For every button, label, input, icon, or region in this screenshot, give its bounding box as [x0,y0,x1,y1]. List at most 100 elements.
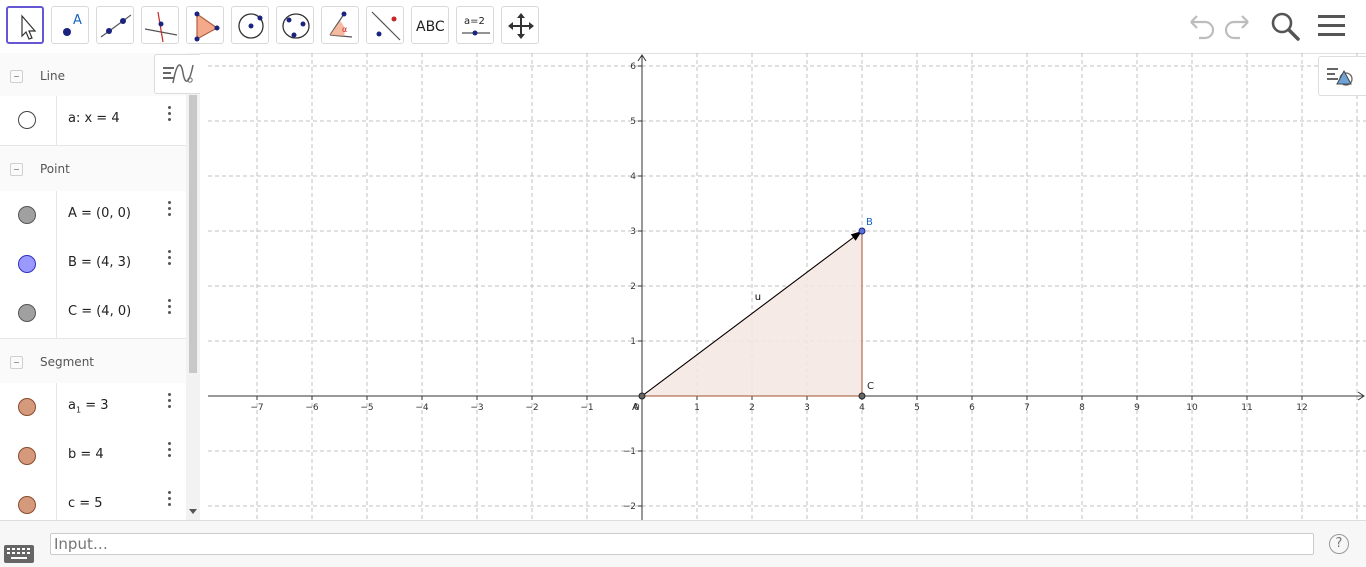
search-button[interactable] [1267,8,1303,44]
y-tick-label: 4 [630,172,636,182]
more-options-icon[interactable] [166,491,174,511]
point-label-b: B [866,217,873,228]
line-tool-button[interactable] [96,6,134,44]
scrollbar-thumb[interactable] [189,95,197,373]
visibility-toggle[interactable] [18,206,36,224]
algebra-item-text: c = 5 [68,496,103,511]
construction: u A B C [632,217,874,413]
angle-tool-button[interactable]: α [321,6,359,44]
y-tick-label: 5 [630,117,636,127]
algebra-item-text: b = 4 [68,447,104,462]
visibility-toggle[interactable] [18,398,36,416]
move-tool-button[interactable] [6,6,44,44]
move-arrows-icon [508,13,534,39]
graphics-view-style-toggle[interactable] [1318,56,1366,96]
perpendicular-line-tool-button[interactable] [141,6,179,44]
y-tick-label: −1 [623,447,636,457]
x-tick-label: 5 [914,403,920,413]
input-bar: ? [0,520,1366,567]
vector-u-label: u [755,292,761,303]
more-options-icon[interactable] [166,393,174,413]
algebra-item-segment-a1[interactable]: a1 = 3 [0,383,186,433]
algebra-style-icon [163,64,194,84]
visibility-toggle[interactable] [18,111,36,129]
visibility-toggle[interactable] [18,496,36,514]
algebra-input-field[interactable] [50,533,1314,555]
visibility-marble-cell [0,96,57,145]
x-tick-label: 4 [859,403,865,413]
algebra-item-segment-c[interactable]: c = 5 [0,481,186,520]
point-label-a: A [632,402,639,413]
x-tick-label: 1 [694,403,700,413]
visibility-marble-cell [0,383,57,432]
collapse-icon[interactable] [10,70,23,83]
group-header-segment[interactable]: Segment [0,339,186,385]
polygon-tool-button[interactable] [186,6,224,44]
visibility-toggle[interactable] [18,447,36,465]
more-options-icon[interactable] [166,201,174,221]
algebra-item-text: a: x = 4 [68,111,120,126]
line-icon [100,14,132,38]
collapse-icon[interactable] [10,356,23,369]
x-tick-label: −2 [525,403,538,413]
algebra-item-point-c[interactable]: C = (4, 0) [0,289,186,339]
y-tick-label: 3 [630,227,636,237]
x-tick-label: −7 [250,403,263,413]
circle-three-points-tool-button[interactable] [276,6,314,44]
main-menu-button[interactable] [1314,8,1350,44]
x-tick-label: −5 [360,403,373,413]
more-options-icon[interactable] [166,106,174,126]
graphics-view[interactable]: −7 −6 −5 −4 −3 −2 −1 1 2 3 4 5 6 7 8 9 10 11 12654321−1−20… [208,53,1366,520]
x-tick-label: −4 [415,403,429,413]
help-button[interactable]: ? [1329,534,1349,554]
visibility-marble-cell [0,289,57,338]
polygon-icon [194,11,220,42]
point-icon: A [63,13,82,36]
x-tick-label: −6 [305,403,319,413]
x-tick-label: 7 [1024,403,1030,413]
algebra-item-segment-b[interactable]: b = 4 [0,432,186,482]
reflect-tool-button[interactable] [366,6,404,44]
x-tick-label: 3 [804,403,810,413]
x-tick-label: 11 [1241,403,1252,413]
circle-three-points-icon [282,13,310,39]
keyboard-icon[interactable] [4,545,34,563]
redo-icon [1224,15,1249,40]
svg-text:α: α [342,25,347,34]
algebra-item-text: a1 = 3 [68,398,109,415]
circle-icon [238,13,264,39]
more-options-icon[interactable] [166,299,174,319]
more-options-icon[interactable] [166,250,174,270]
group-label: Segment [40,355,94,369]
perpendicular-line-icon [144,11,178,43]
x-tick-label: 10 [1186,403,1198,413]
keyboard-keys [7,548,30,559]
redo-button[interactable] [1220,8,1256,44]
y-tick-label: 6 [630,62,636,72]
point-tool-button[interactable]: A [51,6,89,44]
x-tick-label: 2 [749,403,755,413]
group-header-point[interactable]: Point [0,146,186,192]
group-label: Point [40,162,70,176]
slider-tool-button[interactable]: a=2 [456,6,494,44]
algebra-item-line-a[interactable]: a: x = 4 [0,96,186,146]
algebra-view-style-toggle[interactable] [154,54,200,94]
y-tick-label: 2 [630,282,636,292]
algebra-item-point-b[interactable]: B = (4, 3) [0,240,186,290]
more-options-icon[interactable] [166,442,174,462]
visibility-toggle[interactable] [18,304,36,322]
y-tick-label: 1 [630,337,636,347]
algebra-item-point-a[interactable]: A = (0, 0) [0,191,186,241]
undo-button[interactable] [1183,8,1219,44]
x-tick-label: 9 [1134,403,1140,413]
group-label: Line [40,69,66,83]
visibility-toggle[interactable] [18,255,36,273]
move-graphics-tool-button[interactable] [501,6,539,44]
x-tick-label: 6 [969,403,975,413]
text-tool-button[interactable]: ABC [411,6,449,44]
point-c [858,392,866,400]
circle-center-point-tool-button[interactable] [231,6,269,44]
collapse-icon[interactable] [10,163,23,176]
undo-icon [1190,15,1215,40]
algebra-item-text: A = (0, 0) [68,206,132,221]
